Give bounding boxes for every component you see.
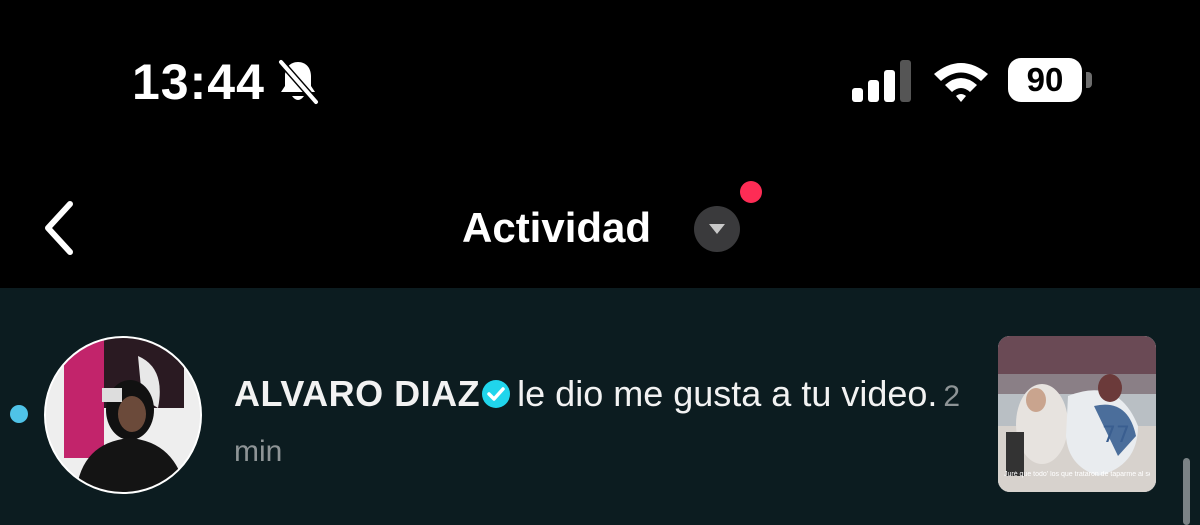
bell-muted-icon — [277, 58, 320, 106]
activity-screen: 13:44 90 Actividad ALVARO DIAZ le dio me… — [0, 0, 1200, 525]
avatar-image — [46, 338, 200, 492]
page-title[interactable]: Actividad — [462, 200, 651, 256]
activity-action: le dio me gusta a tu video. — [517, 373, 938, 414]
battery-cap — [1086, 72, 1092, 88]
activity-list: ALVARO DIAZ le dio me gusta a tu video. 2… — [0, 288, 1200, 525]
svg-text:77: 77 — [1102, 423, 1130, 448]
battery-level: 90 — [1026, 61, 1064, 98]
back-button[interactable] — [30, 196, 86, 260]
notification-dot — [740, 181, 762, 203]
video-thumbnail[interactable]: 77 Juré que todo' los que trataron de ta… — [998, 336, 1156, 492]
verified-badge-icon — [482, 380, 511, 408]
status-bar: 13:44 90 — [0, 0, 1200, 150]
thumbnail-caption: Juré que todo' los que trataron de tapar… — [1004, 471, 1150, 478]
signal-icon — [852, 60, 911, 102]
video-thumbnail-image: 77 — [998, 336, 1156, 492]
unread-dot — [10, 405, 28, 423]
status-time: 13:44 — [132, 54, 265, 110]
filter-dropdown-button[interactable] — [694, 206, 740, 252]
nav-header: Actividad — [0, 150, 1200, 288]
activity-message: ALVARO DIAZ le dio me gusta a tu video. 2… — [234, 368, 974, 478]
battery-icon: 90 — [1008, 58, 1098, 104]
scrollbar[interactable] — [1183, 458, 1190, 525]
caret-down-icon — [709, 224, 725, 234]
activity-username[interactable]: ALVARO DIAZ — [234, 373, 480, 414]
avatar[interactable] — [44, 336, 202, 494]
activity-item[interactable]: ALVARO DIAZ le dio me gusta a tu video. 2… — [0, 288, 1200, 525]
wifi-icon — [934, 63, 988, 102]
